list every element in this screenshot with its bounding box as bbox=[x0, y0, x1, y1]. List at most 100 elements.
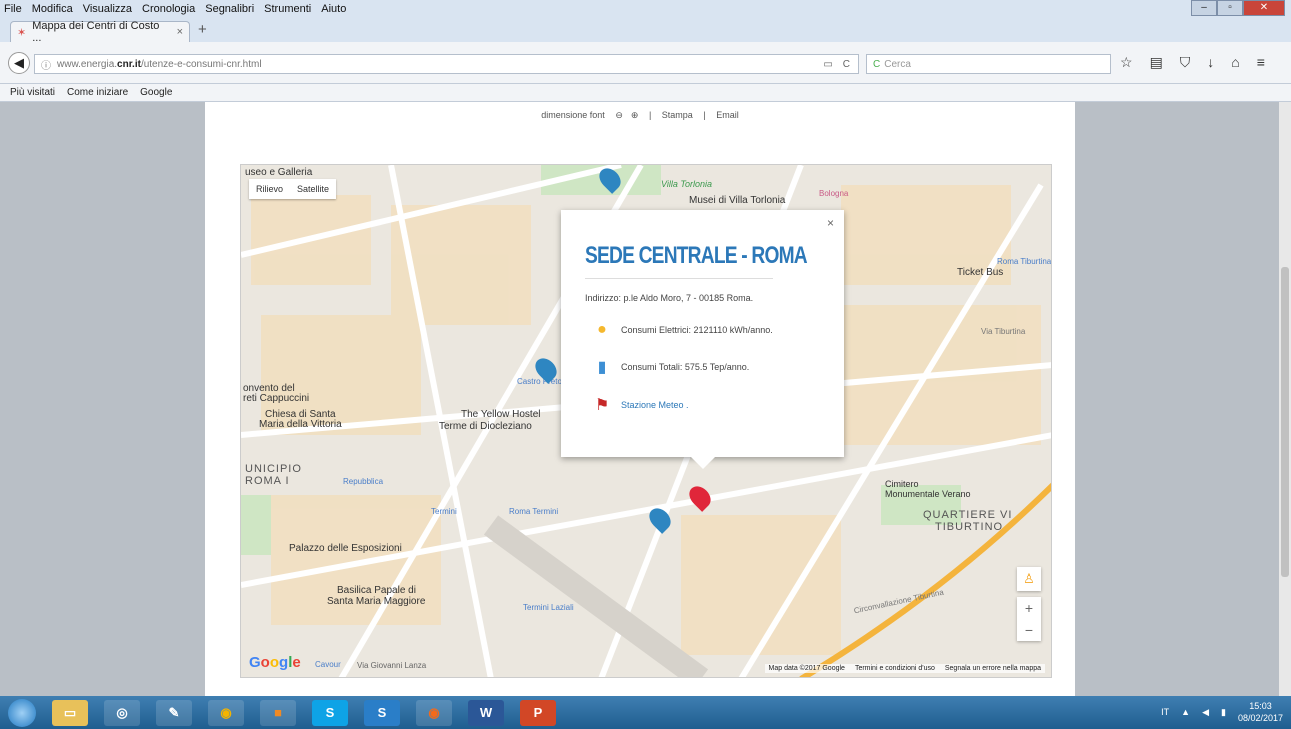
font-decrease-icon[interactable]: ⊖ bbox=[615, 110, 623, 120]
report-error-link[interactable]: Segnala un errore nella mappa bbox=[945, 665, 1041, 672]
map-label: Santa Maria Maggiore bbox=[327, 596, 426, 607]
map-label: Musei di Villa Torlonia bbox=[689, 195, 786, 206]
meteo-station-link[interactable]: Stazione Meteo . bbox=[621, 400, 689, 410]
menu-modifica[interactable]: Modifica bbox=[32, 3, 73, 15]
powerpoint-icon[interactable]: P bbox=[520, 700, 556, 726]
electric-row: ● Consumi Elettrici: 2121110 kWh/anno. bbox=[585, 321, 820, 339]
map-label: reti Cappuccini bbox=[243, 393, 310, 404]
library-icon[interactable]: ▤ bbox=[1150, 54, 1163, 71]
network-tray-icon[interactable]: ▮ bbox=[1221, 707, 1226, 718]
vertical-scrollbar[interactable] bbox=[1279, 102, 1291, 696]
menu-file[interactable]: File bbox=[4, 3, 22, 15]
clock[interactable]: 15:03 08/02/2017 bbox=[1238, 700, 1283, 724]
map-label: QUARTIERE VI bbox=[923, 509, 1013, 521]
clock-time: 15:03 bbox=[1249, 701, 1272, 711]
map-label: The Yellow Hostel bbox=[461, 409, 541, 420]
map-type-relief[interactable]: Rilievo bbox=[249, 179, 290, 199]
terms-link[interactable]: Termini e condizioni d'uso bbox=[855, 665, 935, 672]
app-icon[interactable]: ■ bbox=[260, 700, 296, 726]
font-increase-icon[interactable]: ⊕ bbox=[631, 110, 639, 120]
map-label: Termini bbox=[431, 507, 457, 516]
home-icon[interactable]: ⌂ bbox=[1231, 54, 1239, 71]
explorer-icon[interactable]: ▭ bbox=[52, 700, 88, 726]
tool-icon[interactable]: ✎ bbox=[156, 700, 192, 726]
page-viewport: dimensione font ⊖ ⊕ | Stampa | Email Ril… bbox=[0, 102, 1279, 696]
street-view-pegman-icon[interactable]: ♙ bbox=[1017, 567, 1041, 591]
download-icon[interactable]: ↓ bbox=[1207, 54, 1214, 71]
map-label: Cimitero bbox=[885, 479, 919, 489]
font-size-label: dimensione font bbox=[541, 110, 605, 120]
toolbar-icons: ☆ ▤ ⛉ ↓ ⌂ ≡ bbox=[1120, 54, 1265, 71]
chrome-icon[interactable]: ◉ bbox=[208, 700, 244, 726]
electric-consumption: Consumi Elettrici: 2121110 kWh/anno. bbox=[621, 325, 773, 335]
reader-view-icon[interactable]: ▭ bbox=[823, 59, 832, 70]
map-label: Ticket Bus bbox=[957, 267, 1004, 278]
google-logo: Google bbox=[249, 654, 301, 671]
address-text: Indirizzo: p.le Aldo Moro, 7 - 00185 Rom… bbox=[585, 293, 754, 303]
page-tools: dimensione font ⊖ ⊕ | Stampa | Email bbox=[541, 110, 739, 120]
bookmark-star-icon[interactable]: ☆ bbox=[1120, 54, 1133, 71]
menu-cronologia[interactable]: Cronologia bbox=[142, 3, 195, 15]
bookmark-google[interactable]: Google bbox=[140, 87, 172, 98]
skype-business-icon[interactable]: S bbox=[364, 700, 400, 726]
url-prefix: www.energia. bbox=[57, 58, 118, 70]
footprint-icon: ▮ bbox=[597, 359, 607, 376]
info-window: × SEDE CENTRALE - ROMA Indirizzo: p.le A… bbox=[561, 210, 844, 469]
map-label: ROMA I bbox=[245, 475, 290, 487]
map-label: Terme di Diocleziano bbox=[439, 421, 532, 432]
system-tray: IT ▲ ◀ ▮ 15:03 08/02/2017 bbox=[1161, 700, 1283, 724]
language-indicator[interactable]: IT bbox=[1161, 707, 1169, 717]
url-path: /utenze-e-consumi-cnr.html bbox=[140, 58, 262, 70]
bookmark-come-iniziare[interactable]: Come iniziare bbox=[67, 87, 128, 98]
search-placeholder: Cerca bbox=[884, 58, 911, 70]
skype-icon[interactable]: S bbox=[312, 700, 348, 726]
map-type-control: Rilievo Satellite bbox=[249, 179, 337, 199]
flag-icon: ⚑ bbox=[595, 397, 610, 414]
menu-icon[interactable]: ≡ bbox=[1257, 54, 1265, 71]
taskbar-apps: ▭ ◎ ✎ ◉ ■ S S ◉ W P bbox=[52, 700, 556, 726]
map-attribution: Map data ©2017 Google Termini e condizio… bbox=[764, 664, 1045, 673]
word-icon[interactable]: W bbox=[468, 700, 504, 726]
map-label: Villa Torlonia bbox=[661, 179, 713, 189]
zoom-out-button[interactable]: − bbox=[1017, 619, 1041, 641]
bookmark-piu-visitati[interactable]: Più visitati bbox=[10, 87, 55, 98]
tab-bar: ✶ Mappa dei Centri di Costo ... × + bbox=[0, 18, 1291, 44]
pocket-icon[interactable]: ⛉ bbox=[1180, 54, 1191, 71]
reload-icon[interactable]: C bbox=[843, 59, 850, 70]
network-icon[interactable]: ◎ bbox=[104, 700, 140, 726]
search-input[interactable]: C Cerca bbox=[866, 54, 1111, 74]
email-link[interactable]: Email bbox=[716, 110, 739, 120]
print-link[interactable]: Stampa bbox=[662, 110, 693, 120]
map-data-text: Map data ©2017 Google bbox=[768, 665, 845, 672]
back-button[interactable]: ◀ bbox=[8, 52, 30, 74]
volume-icon[interactable]: ◀ bbox=[1202, 707, 1209, 718]
bookmarks-bar: Più visitati Come iniziare Google bbox=[0, 84, 1291, 102]
info-icon[interactable]: ⓘ bbox=[41, 57, 51, 72]
firefox-icon[interactable]: ◉ bbox=[416, 700, 452, 726]
tab-title: Mappa dei Centri di Costo ... bbox=[32, 20, 160, 44]
zoom-in-button[interactable]: + bbox=[1017, 597, 1041, 619]
menu-visualizza[interactable]: Visualizza bbox=[83, 3, 132, 15]
window-controls: – ▫ ✕ bbox=[1191, 0, 1285, 16]
menu-segnalibri[interactable]: Segnalibri bbox=[205, 3, 254, 15]
url-bar[interactable]: ⓘ www.energia.cnr.it/utenze-e-consumi-cn… bbox=[34, 54, 859, 74]
google-map[interactable]: Rilievo Satellite useo e Galleria Musei … bbox=[240, 164, 1052, 678]
search-engine-icon: C bbox=[873, 58, 881, 70]
menu-strumenti[interactable]: Strumenti bbox=[264, 3, 311, 15]
tab-mappa[interactable]: ✶ Mappa dei Centri di Costo ... × bbox=[10, 20, 190, 44]
menu-aiuto[interactable]: Aiuto bbox=[321, 3, 346, 15]
scrollbar-thumb[interactable] bbox=[1281, 267, 1289, 577]
map-label: Repubblica bbox=[343, 477, 384, 486]
total-row: ▮ Consumi Totali: 575.5 Tep/anno. bbox=[585, 357, 820, 377]
info-window-close-icon[interactable]: × bbox=[827, 216, 834, 230]
close-window-button[interactable]: ✕ bbox=[1243, 0, 1285, 16]
start-button[interactable] bbox=[8, 699, 36, 727]
tray-arrow-icon[interactable]: ▲ bbox=[1181, 707, 1190, 717]
tab-close-icon[interactable]: × bbox=[177, 26, 183, 38]
maximize-button[interactable]: ▫ bbox=[1217, 0, 1243, 16]
minimize-button[interactable]: – bbox=[1191, 0, 1217, 16]
map-label: UNICIPIO bbox=[245, 463, 302, 475]
map-label: TIBURTINO bbox=[935, 521, 1004, 533]
map-type-satellite[interactable]: Satellite bbox=[290, 179, 336, 199]
new-tab-button[interactable]: + bbox=[198, 21, 207, 38]
